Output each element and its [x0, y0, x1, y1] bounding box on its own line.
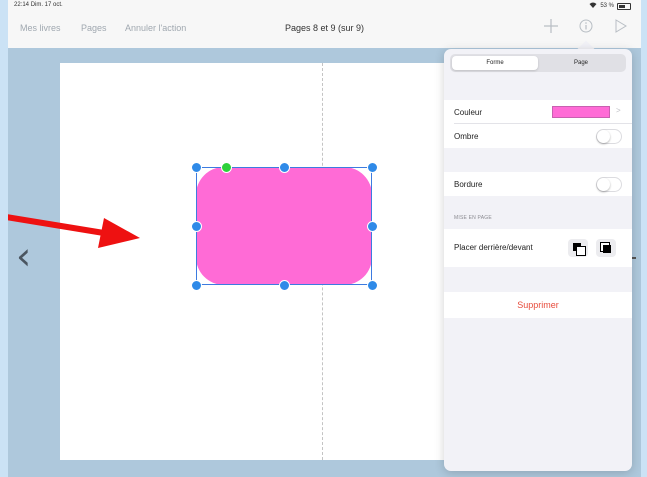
resize-handle-top-left[interactable] [191, 162, 202, 173]
resize-handle-bottom-right[interactable] [367, 280, 378, 291]
screenshot-frame: 22:14 Dim. 17 oct. 53 % Mes livres Pages… [0, 0, 647, 477]
resize-handle-bottom[interactable] [279, 280, 290, 291]
status-right: 53 % [589, 2, 631, 10]
layout-group: Placer derrière/devant [444, 229, 632, 267]
date: Dim. 17 oct. [30, 2, 63, 8]
shadow-toggle[interactable] [596, 129, 622, 144]
style-group: Couleur > Ombre [444, 100, 632, 148]
bring-forward-button[interactable] [596, 239, 616, 257]
format-popover: Forme Page Couleur > Ombre Bordure MISE … [444, 49, 632, 471]
color-row[interactable]: Couleur > [444, 100, 632, 124]
ipad-screen: 22:14 Dim. 17 oct. 53 % Mes livres Pages… [8, 0, 641, 477]
border-row: Bordure [444, 172, 632, 196]
border-label: Bordure [454, 180, 483, 189]
order-row: Placer derrière/devant [444, 229, 632, 267]
shadow-row: Ombre [444, 124, 632, 148]
tab-page[interactable]: Page [538, 56, 624, 70]
toolbar: Mes livres Pages Annuler l'action Pages … [8, 12, 641, 49]
play-icon[interactable] [615, 18, 627, 38]
front-square [603, 245, 611, 253]
border-toggle[interactable] [596, 177, 622, 192]
clock: 22:14 [14, 2, 30, 8]
shadow-label: Ombre [454, 132, 479, 141]
status-time: 22:14 Dim. 17 oct. [14, 2, 63, 8]
resize-handle-top-right[interactable] [367, 162, 378, 173]
send-backward-button[interactable] [568, 239, 588, 257]
layout-section-header: MISE EN PAGE [454, 215, 492, 221]
battery-percent: 53 % [600, 3, 614, 9]
delete-button[interactable]: Supprimer [444, 300, 632, 310]
chevron-right-icon: > [616, 106, 621, 115]
info-icon[interactable] [579, 18, 593, 38]
tab-shape[interactable]: Forme [452, 56, 538, 70]
color-swatch[interactable] [552, 106, 610, 118]
delete-row[interactable]: Supprimer [444, 292, 632, 316]
corner-radius-handle[interactable] [221, 162, 232, 173]
delete-group: Supprimer [444, 292, 632, 318]
resize-handle-bottom-left[interactable] [191, 280, 202, 291]
battery-icon [617, 2, 631, 10]
selected-shape[interactable] [191, 162, 378, 291]
border-group: Bordure [444, 172, 632, 196]
selection-box [196, 167, 372, 285]
segmented-control: Forme Page [450, 54, 626, 72]
status-bar: 22:14 Dim. 17 oct. 53 % [8, 0, 641, 12]
resize-handle-left[interactable] [191, 221, 202, 232]
back-square [576, 246, 586, 256]
plus-icon[interactable] [544, 18, 558, 38]
resize-handle-top[interactable] [279, 162, 290, 173]
order-label: Placer derrière/devant [454, 243, 533, 252]
color-label: Couleur [454, 108, 483, 117]
resize-handle-right[interactable] [367, 221, 378, 232]
wifi-icon [589, 2, 597, 10]
red-arrow-annotation [8, 214, 140, 248]
